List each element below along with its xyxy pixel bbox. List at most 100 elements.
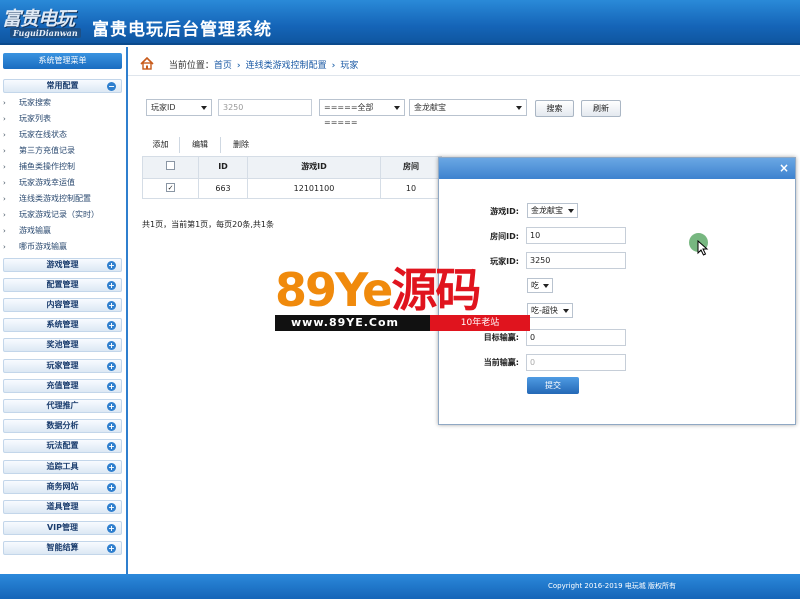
delete-button[interactable]: 删除 <box>221 137 261 153</box>
copyright: Copyright 2016-2019 电玩城 版权所有 <box>548 582 677 590</box>
table-cell-game-id: 12101100 <box>248 178 381 199</box>
watermark-logo: 89Ye源码 <box>275 263 481 317</box>
arrow-icon: › <box>3 99 6 107</box>
mode-select[interactable]: 吃 <box>527 278 553 293</box>
breadcrumb-prefix: 当前位置： <box>168 61 214 71</box>
sidebar-group-11[interactable]: 商务网站 + <box>3 480 122 494</box>
type-select[interactable]: =====全部===== <box>319 99 405 127</box>
sidebar-item-online-status[interactable]: › 玩家在线状态 <box>3 129 67 140</box>
chevron-right-icon: › <box>331 61 336 71</box>
sidebar-group-label: 常用配置 <box>46 81 79 90</box>
arrow-icon: › <box>3 243 6 251</box>
expand-icon[interactable]: + <box>107 402 116 411</box>
select-all-checkbox[interactable] <box>166 161 175 170</box>
sidebar-group-4[interactable]: 奖池管理 + <box>3 338 122 352</box>
sidebar: 系统管理菜单 常用配置 − › 玩家搜索 › 玩家列表 › 玩家在线状态 › 第三方充值… <box>0 47 128 574</box>
chevron-down-icon <box>563 309 569 313</box>
game-id-label: 游戏ID: <box>490 207 519 216</box>
sidebar-group-13[interactable]: VIP管理 + <box>3 521 122 535</box>
sidebar-group-12[interactable]: 道具管理 + <box>3 500 122 514</box>
expand-icon[interactable]: + <box>107 524 116 533</box>
current-win-loss-input: 0 <box>526 354 626 371</box>
sidebar-item-fishing-control[interactable]: › 捕鱼类操作控制 <box>3 161 75 172</box>
chevron-down-icon <box>543 284 549 288</box>
expand-icon[interactable]: + <box>107 362 116 371</box>
expand-icon[interactable]: + <box>107 301 116 310</box>
close-icon[interactable]: × <box>779 161 789 175</box>
sidebar-item-recharge-records[interactable]: › 第三方充值记录 <box>3 145 75 156</box>
sidebar-group-5[interactable]: 玩家管理 + <box>3 359 122 373</box>
arrow-icon: › <box>3 179 6 187</box>
sidebar-item-luck-value[interactable]: › 玩家游戏幸运值 <box>3 177 75 188</box>
breadcrumb-player[interactable]: 玩家 <box>340 61 358 71</box>
expand-icon[interactable]: + <box>107 544 116 553</box>
expand-icon[interactable]: + <box>107 321 116 330</box>
pagination-info: 共1页，当前第1页，每页20条,共1条 <box>142 220 274 229</box>
sidebar-group-0[interactable]: 游戏管理 + <box>3 258 122 272</box>
expand-icon[interactable]: + <box>107 463 116 472</box>
expand-icon[interactable]: + <box>107 442 116 451</box>
arrow-icon: › <box>3 227 6 235</box>
sidebar-item-player-list[interactable]: › 玩家列表 <box>3 113 51 124</box>
sidebar-item-coin-win-loss[interactable]: › 哪币游戏输赢 <box>3 241 67 252</box>
sidebar-group-7[interactable]: 代理推广 + <box>3 399 122 413</box>
sidebar-group-common[interactable]: 常用配置 − <box>3 79 122 93</box>
breadcrumb: 当前位置：首页 › 连线类游戏控制配置 › 玩家 <box>140 55 358 71</box>
game-select[interactable]: 金龙献宝 <box>409 99 527 116</box>
menu-title: 系统管理菜单 <box>3 53 122 69</box>
speed-select[interactable]: 吃-超快 <box>527 303 573 318</box>
sidebar-group-10[interactable]: 追踪工具 + <box>3 460 122 474</box>
sidebar-group-6[interactable]: 充值管理 + <box>3 379 122 393</box>
expand-icon[interactable]: + <box>107 503 116 512</box>
sidebar-group-8[interactable]: 数据分析 + <box>3 419 122 433</box>
expand-icon[interactable]: + <box>107 382 116 391</box>
expand-icon[interactable]: + <box>107 341 116 350</box>
sidebar-item-win-loss[interactable]: › 游戏输赢 <box>3 225 51 236</box>
collapse-icon[interactable]: − <box>107 82 116 91</box>
watermark-bar: www.89YE.Com 10年老站 <box>275 315 530 331</box>
row-checkbox[interactable]: ✓ <box>166 183 175 192</box>
row-select-cell[interactable]: ✓ <box>143 178 199 199</box>
arrow-icon: › <box>3 115 6 123</box>
select-all-cell[interactable] <box>143 157 199 178</box>
sidebar-group-1[interactable]: 配置管理 + <box>3 278 122 292</box>
data-table: ID 游戏ID 房间 ✓ 663 12101100 10 <box>142 156 442 199</box>
game-id-select[interactable]: 金龙献宝 <box>527 203 578 218</box>
edit-button[interactable]: 编辑 <box>180 137 221 153</box>
app-footer: Copyright 2016-2019 电玩城 版权所有 <box>0 574 800 599</box>
search-field-select[interactable]: 玩家ID <box>146 99 212 116</box>
sidebar-group-14[interactable]: 智能结算 + <box>3 541 122 555</box>
search-button[interactable]: 搜索 <box>535 100 574 117</box>
expand-icon[interactable]: + <box>107 483 116 492</box>
expand-icon[interactable]: + <box>107 281 116 290</box>
expand-icon[interactable]: + <box>107 261 116 270</box>
sidebar-item-game-records[interactable]: › 玩家游戏记录（实时） <box>3 209 99 220</box>
target-win-loss-label: 目标输赢: <box>483 333 519 342</box>
home-icon[interactable] <box>140 56 154 70</box>
chevron-down-icon <box>568 209 574 213</box>
arrow-icon: › <box>3 147 6 155</box>
sidebar-item-player-search[interactable]: › 玩家搜索 <box>3 97 51 108</box>
logo-en: FuguiDianwan <box>10 28 81 38</box>
breadcrumb-home[interactable]: 首页 <box>214 61 232 71</box>
add-button[interactable]: 添加 <box>142 137 180 153</box>
submit-button[interactable]: 提交 <box>527 377 579 394</box>
player-id-input[interactable]: 3250 <box>526 252 626 269</box>
sidebar-group-9[interactable]: 玩法配置 + <box>3 439 122 453</box>
table-toolbar: 添加 编辑 删除 <box>142 137 442 153</box>
sidebar-item-line-game-config[interactable]: › 连线类游戏控制配置 <box>3 193 91 204</box>
chevron-down-icon <box>201 106 207 110</box>
table-cell-id: 663 <box>199 178 248 199</box>
sidebar-group-3[interactable]: 系统管理 + <box>3 318 122 332</box>
search-input[interactable]: 3250 <box>218 99 312 116</box>
refresh-button[interactable]: 刷新 <box>581 100 621 117</box>
arrow-icon: › <box>3 131 6 139</box>
sidebar-group-2[interactable]: 内容管理 + <box>3 298 122 312</box>
room-id-input[interactable]: 10 <box>526 227 626 244</box>
target-win-loss-input[interactable]: 0 <box>526 329 626 346</box>
arrow-icon: › <box>3 211 6 219</box>
expand-icon[interactable]: + <box>107 422 116 431</box>
room-id-label: 房间ID: <box>490 232 519 241</box>
breadcrumb-config[interactable]: 连线类游戏控制配置 <box>246 61 327 71</box>
chevron-down-icon <box>516 106 522 110</box>
